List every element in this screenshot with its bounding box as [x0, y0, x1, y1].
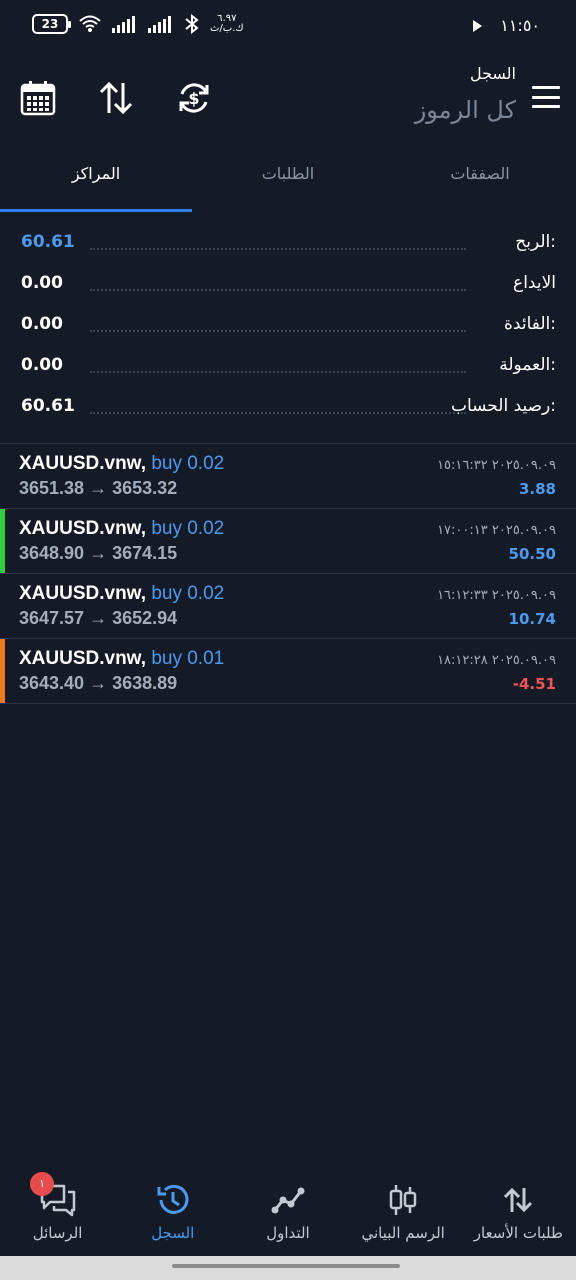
summary-row-balance: 60.61 رصيد الحساب: [0, 386, 576, 427]
summary-row-deposit: 0.00 الايداع [0, 263, 576, 304]
deal-status-bar [0, 444, 5, 508]
deal-time: ٢٠٢٥.٠٩.٠٩ ١٨:١٢:٢٨ [437, 653, 556, 668]
quotes-icon [461, 1180, 576, 1220]
deal-side: buy 0.02 [151, 453, 225, 474]
page-title: السجل [469, 64, 516, 83]
nav-label: السجل [151, 1224, 195, 1242]
deal-time: ٢٠٢٥.٠٩.٠٩ ١٧:٠٠:١٣ [437, 523, 556, 538]
nav-history[interactable]: السجل [115, 1180, 230, 1256]
deal-status-bar [0, 574, 5, 638]
deal-profit: 3.88 [518, 480, 556, 498]
deal-side: buy 0.01 [151, 648, 225, 669]
profit-value: 60.61 [21, 232, 75, 252]
chat-icon [0, 1180, 115, 1220]
nav-quotes[interactable]: طلبات الأسعار [461, 1180, 576, 1256]
summary-row-commission: 0.00 العمولة: [0, 345, 576, 386]
deposit-label: الايداع [513, 273, 556, 293]
nav-chart[interactable]: الرسم البياني [346, 1180, 461, 1256]
summary-row-profit: 60.61 الربح: [0, 222, 576, 263]
deal-profit: -4.51 [512, 675, 556, 693]
network-speed: ٦.٩٧ ك.ب/ث [210, 13, 244, 34]
profit-label: الربح: [515, 232, 556, 252]
deal-symbol: XAUUSD.vnw, [19, 453, 147, 474]
wifi-icon [78, 14, 102, 34]
currency-sync-icon[interactable]: $ [176, 80, 212, 120]
play-icon [473, 19, 483, 32]
symbol-filter[interactable]: كل الرموز [415, 96, 516, 124]
tab-positions[interactable]: المراكز [0, 150, 192, 212]
deal-prices: 3647.57 → 3652.94 [19, 608, 178, 628]
deal-profit: 50.50 [508, 545, 556, 563]
summary: 60.61 الربح: 0.00 الايداع 0.00 الفائدة: … [0, 222, 576, 427]
header: $ السجل كل الرموز [0, 60, 576, 140]
nav-label: التداول [266, 1224, 310, 1242]
list-item[interactable]: XAUUSD.vnw, buy 0.02 3651.38 → 3653.32 ٢… [0, 444, 576, 509]
deposit-value: 0.00 [21, 273, 63, 293]
deal-time: ٢٠٢٥.٠٩.٠٩ ١٦:١٢:٣٣ [437, 588, 556, 603]
menu-icon[interactable] [532, 86, 560, 108]
calendar-icon[interactable] [20, 80, 56, 120]
history-icon [115, 1180, 230, 1220]
deal-side: buy 0.02 [151, 583, 225, 604]
trade-icon [230, 1180, 345, 1220]
deal-prices: 3648.90 → 3674.15 [19, 543, 178, 563]
signal-icon [112, 15, 138, 33]
interest-value: 0.00 [21, 314, 63, 334]
interest-label: الفائدة: [504, 314, 556, 334]
deal-symbol: XAUUSD.vnw, [19, 518, 147, 539]
clock: ١١:٥٠ [500, 16, 540, 35]
tab-bar: المراكز الطلبات الصفقات [0, 150, 576, 212]
deal-profit: 10.74 [508, 610, 556, 628]
list-item[interactable]: XAUUSD.vnw, buy 0.02 3648.90 → 3674.15 ٢… [0, 509, 576, 574]
battery-level: 23 [41, 17, 59, 31]
commission-label: العمولة: [499, 355, 556, 375]
balance-label: رصيد الحساب: [450, 396, 556, 416]
tab-orders[interactable]: الطلبات [192, 150, 384, 212]
bottom-nav: ١ الرسائل السجل التداول الرسم البياني طل… [0, 1172, 576, 1256]
gesture-bar[interactable] [0, 1256, 576, 1280]
commission-value: 0.00 [21, 355, 63, 375]
deal-symbol: XAUUSD.vnw, [19, 583, 147, 604]
message-count-badge: ١ [30, 1172, 55, 1196]
deal-status-bar [0, 509, 5, 573]
list-item[interactable]: XAUUSD.vnw, buy 0.02 3647.57 → 3652.94 ٢… [0, 574, 576, 639]
nav-label: الرسم البياني [361, 1224, 445, 1242]
signal-icon-2 [148, 15, 174, 33]
nav-trade[interactable]: التداول [230, 1180, 345, 1256]
deals-list: XAUUSD.vnw, buy 0.02 3651.38 → 3653.32 ٢… [0, 444, 576, 704]
nav-label: الرسائل [32, 1224, 83, 1242]
deal-symbol: XAUUSD.vnw, [19, 648, 147, 669]
status-bar: 23 ٦.٩٧ ك.ب/ث ١١:٥٠ [0, 0, 576, 52]
battery-icon: 23 [32, 14, 71, 34]
deal-status-bar [0, 639, 5, 703]
nav-label: طلبات الأسعار [473, 1224, 563, 1242]
candlestick-icon [346, 1180, 461, 1220]
deal-prices: 3651.38 → 3653.32 [19, 478, 178, 498]
svg-text:$: $ [188, 89, 199, 108]
tab-deals[interactable]: الصفقات [384, 150, 576, 212]
deal-prices: 3643.40 → 3638.89 [19, 673, 178, 693]
deal-side: buy 0.02 [151, 518, 225, 539]
nav-messages[interactable]: ١ الرسائل [0, 1172, 115, 1256]
deal-time: ٢٠٢٥.٠٩.٠٩ ١٥:١٦:٣٢ [437, 458, 556, 473]
summary-row-interest: 0.00 الفائدة: [0, 304, 576, 345]
list-item[interactable]: XAUUSD.vnw, buy 0.01 3643.40 → 3638.89 ٢… [0, 639, 576, 704]
bluetooth-icon [184, 14, 200, 34]
balance-value: 60.61 [21, 396, 75, 416]
sort-icon[interactable] [98, 80, 134, 120]
